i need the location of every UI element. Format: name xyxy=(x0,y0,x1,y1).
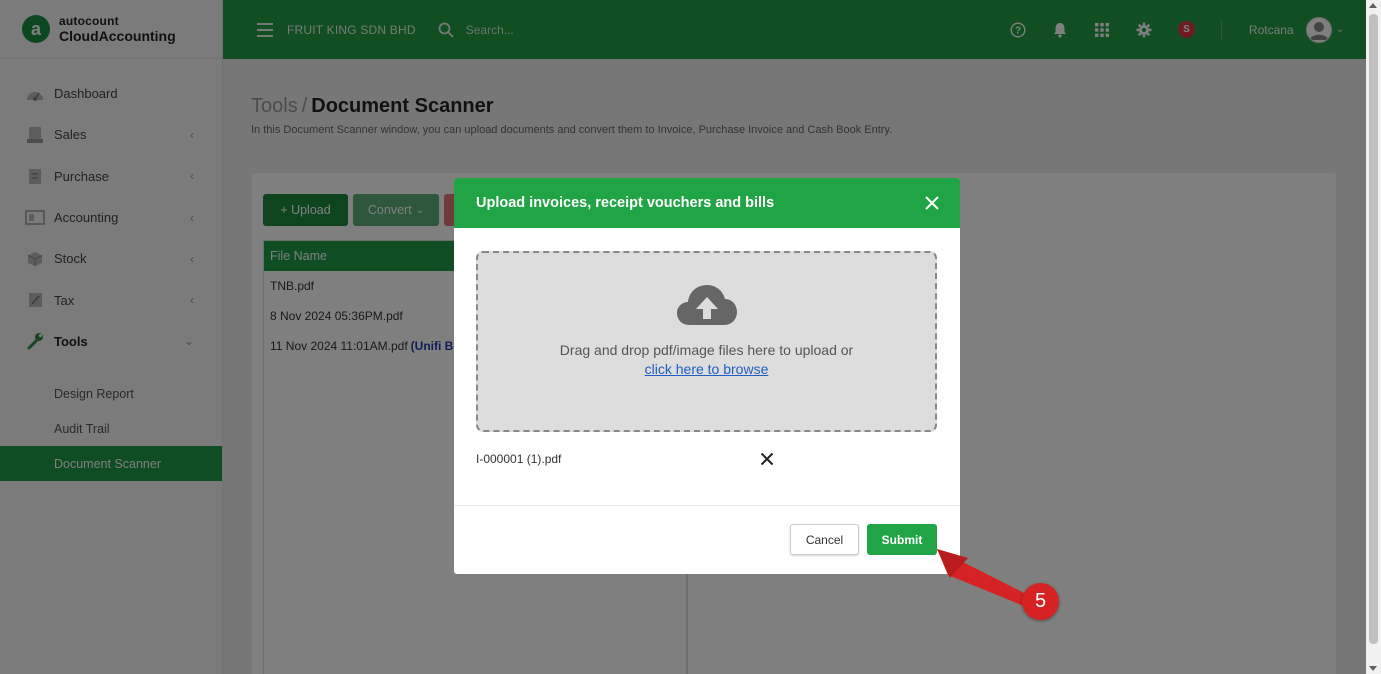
page-scrollbar[interactable] xyxy=(1366,0,1381,674)
scroll-thumb[interactable] xyxy=(1369,14,1378,644)
scroll-up-arrow-icon[interactable] xyxy=(1369,3,1377,8)
scroll-down-arrow-icon[interactable] xyxy=(1369,666,1377,671)
step-arrow-pointer xyxy=(937,549,1030,606)
step-number-badge: 5 xyxy=(1022,583,1059,620)
